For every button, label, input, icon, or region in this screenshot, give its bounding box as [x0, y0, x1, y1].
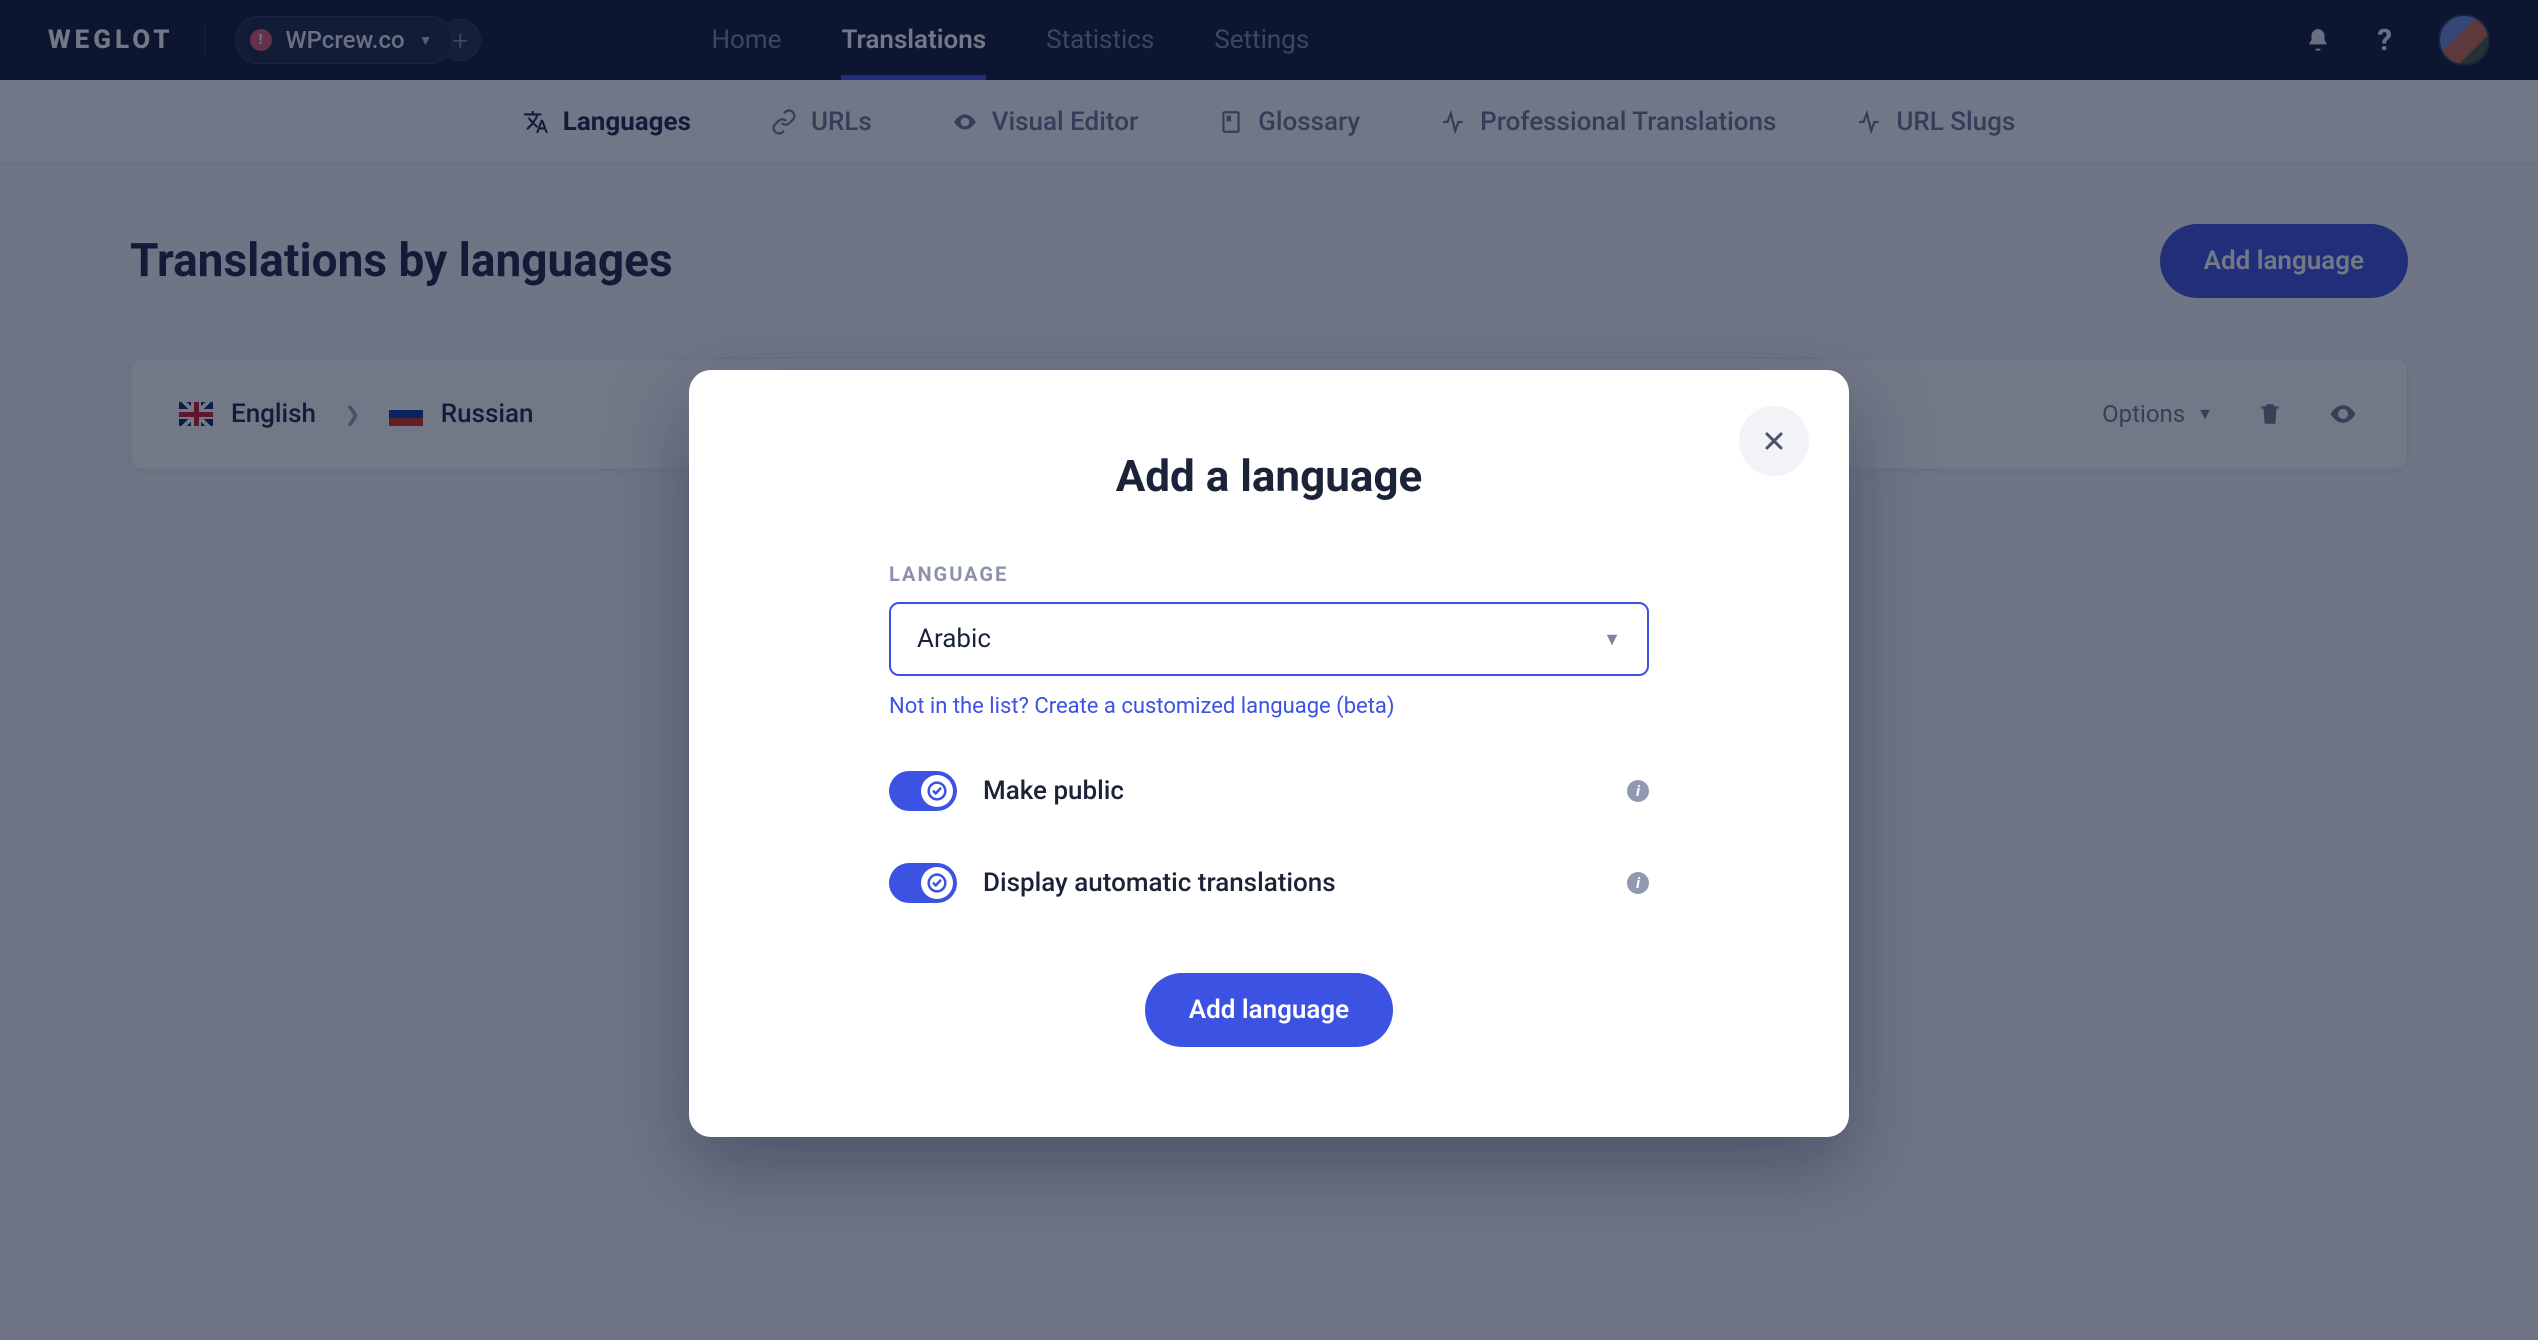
- info-icon[interactable]: i: [1627, 872, 1649, 894]
- chevron-down-icon: ▼: [1603, 629, 1621, 650]
- toggle-make-public[interactable]: [889, 771, 957, 811]
- language-field-label: LANGUAGE: [889, 562, 1649, 586]
- modal-overlay[interactable]: Add a language LANGUAGE Arabic ▼ Not in …: [0, 0, 2538, 1340]
- modal-title: Add a language: [785, 450, 1753, 502]
- language-select[interactable]: Arabic ▼: [889, 602, 1649, 676]
- custom-language-link[interactable]: Not in the list? Create a customized lan…: [889, 694, 1395, 719]
- toggle-public-label: Make public: [983, 776, 1124, 806]
- add-language-modal: Add a language LANGUAGE Arabic ▼ Not in …: [689, 370, 1849, 1137]
- toggle-auto-translations[interactable]: [889, 863, 957, 903]
- info-icon[interactable]: i: [1627, 780, 1649, 802]
- selected-language: Arabic: [917, 624, 991, 654]
- modal-submit-button[interactable]: Add language: [1145, 973, 1393, 1047]
- close-icon[interactable]: [1739, 406, 1809, 476]
- toggle-auto-label: Display automatic translations: [983, 868, 1336, 898]
